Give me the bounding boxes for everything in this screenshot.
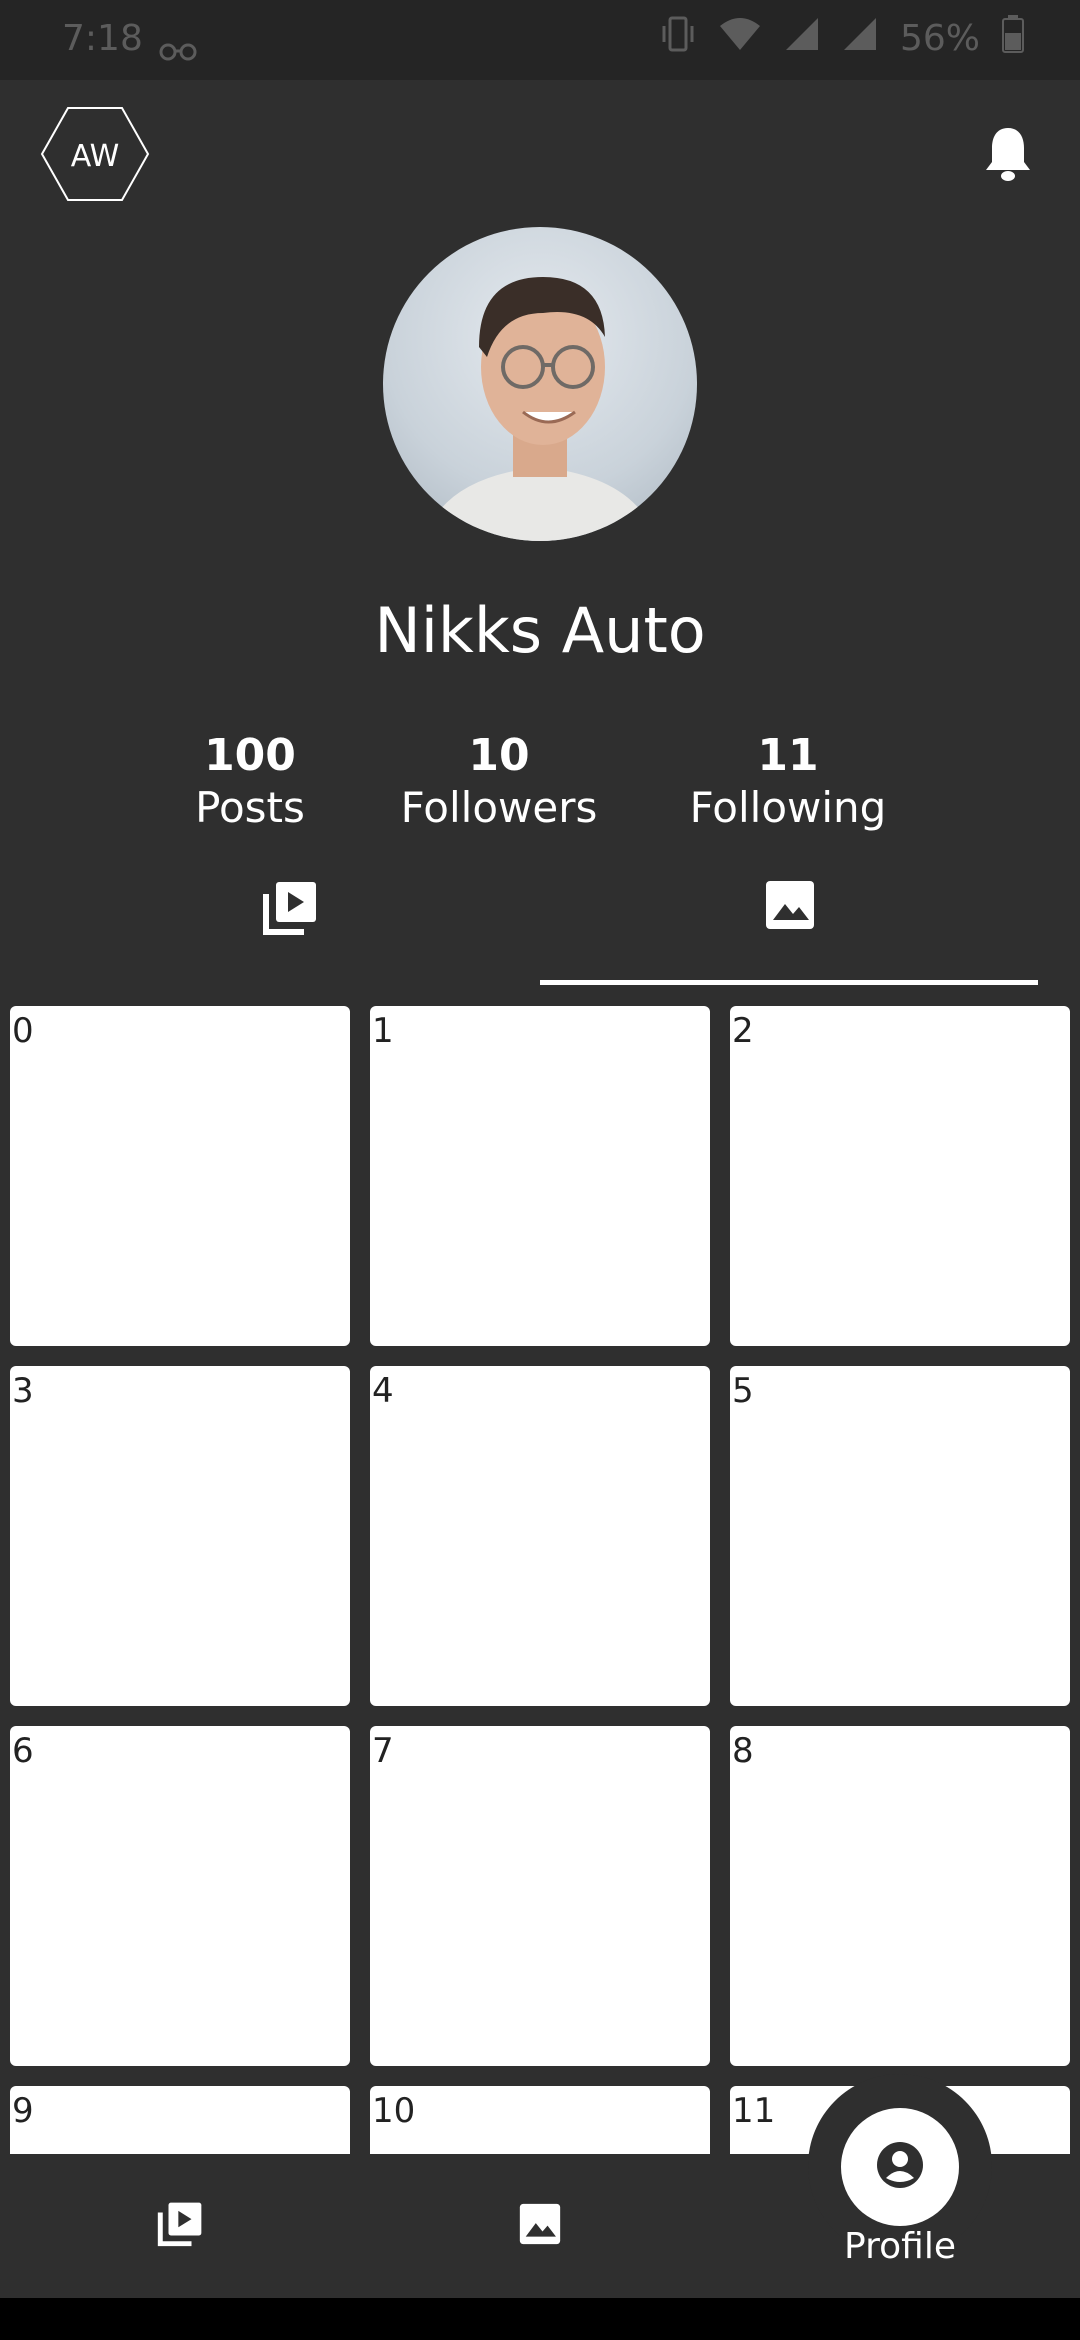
system-nav-bar — [0, 2298, 1080, 2340]
account-icon — [875, 2140, 925, 2194]
grid-item[interactable]: 4 — [370, 1366, 710, 1706]
grid-item[interactable]: 8 — [730, 1726, 1070, 2066]
grid-item[interactable]: 0 — [10, 1006, 350, 1346]
grid-item-label: 6 — [12, 1731, 34, 1771]
grid-item-label: 8 — [732, 1731, 754, 1771]
grid-item[interactable]: 9 — [10, 2086, 350, 2154]
grid-item-label: 0 — [12, 1011, 34, 1051]
video-library-icon — [157, 2201, 203, 2251]
grid-item[interactable]: 10 — [370, 2086, 710, 2154]
grid-item-label: 11 — [732, 2091, 776, 2131]
nav-videos[interactable] — [130, 2154, 230, 2298]
grid-item-label: 7 — [372, 1731, 394, 1771]
grid-item[interactable]: 6 — [10, 1726, 350, 2066]
grid-viewport: 0 1 2 3 4 5 6 7 8 9 10 11 — [0, 0, 1080, 2154]
grid-item-label: 4 — [372, 1371, 394, 1411]
grid-item[interactable]: 3 — [10, 1366, 350, 1706]
nav-profile[interactable] — [841, 2108, 959, 2226]
grid-item[interactable]: 7 — [370, 1726, 710, 2066]
grid-item-label: 2 — [732, 1011, 754, 1051]
grid-item-label: 9 — [12, 2091, 34, 2131]
grid-item[interactable]: 2 — [730, 1006, 1070, 1346]
grid-item-label: 10 — [372, 2091, 416, 2131]
photo-grid: 0 1 2 3 4 5 6 7 8 9 10 11 — [10, 1006, 1072, 2154]
nav-photos[interactable] — [490, 2154, 590, 2298]
grid-item-label: 5 — [732, 1371, 754, 1411]
image-icon — [519, 2203, 561, 2249]
grid-item[interactable]: 5 — [730, 1366, 1070, 1706]
nav-profile-label[interactable]: Profile — [800, 2226, 1000, 2267]
grid-item-label: 3 — [12, 1371, 34, 1411]
grid-item[interactable]: 1 — [370, 1006, 710, 1346]
grid-item-label: 1 — [372, 1011, 394, 1051]
